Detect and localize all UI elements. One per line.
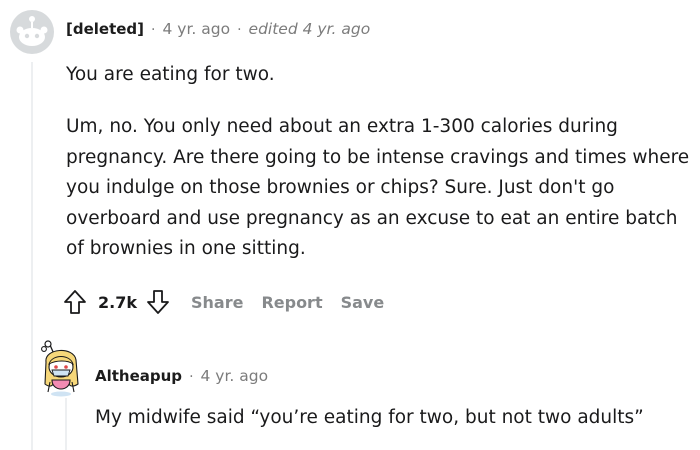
save-button[interactable]: Save bbox=[341, 293, 385, 312]
snoo-avatar-icon[interactable] bbox=[38, 340, 86, 398]
separator-dot: · bbox=[237, 22, 242, 38]
deleted-user-avatar-icon bbox=[10, 10, 54, 54]
comment-timestamp[interactable]: 4 yr. ago bbox=[201, 367, 269, 385]
comment-thread: [deleted] · 4 yr. ago · edited 4 yr. ago… bbox=[0, 0, 700, 450]
comment-paragraph: You are eating for two. bbox=[66, 64, 275, 85]
comment-timestamp[interactable]: 4 yr. ago bbox=[162, 20, 230, 38]
comment-header: Altheapup · 4 yr. ago bbox=[95, 367, 268, 385]
vote-score: 2.7k bbox=[98, 292, 137, 312]
comment-paragraph: Um, no. You only need about an extra 1-3… bbox=[66, 116, 690, 259]
separator-dot: · bbox=[151, 22, 156, 38]
comment-body: My midwife said “you’re eating for two, … bbox=[95, 407, 644, 428]
separator-dot: · bbox=[189, 369, 194, 385]
share-button[interactable]: Share bbox=[191, 293, 243, 312]
comment-action-bar: 2.7k Share Report Save bbox=[62, 285, 384, 319]
upvote-arrow-icon[interactable] bbox=[62, 287, 88, 317]
report-button[interactable]: Report bbox=[261, 293, 322, 312]
thread-line[interactable] bbox=[31, 62, 33, 450]
downvote-arrow-icon[interactable] bbox=[145, 287, 171, 317]
edited-label: edited 4 yr. ago bbox=[248, 20, 371, 38]
comment-header: [deleted] · 4 yr. ago · edited 4 yr. ago bbox=[66, 20, 370, 38]
thread-line-reply[interactable] bbox=[65, 398, 67, 450]
comment-author[interactable]: Altheapup bbox=[95, 367, 182, 385]
comment-author[interactable]: [deleted] bbox=[66, 20, 144, 38]
